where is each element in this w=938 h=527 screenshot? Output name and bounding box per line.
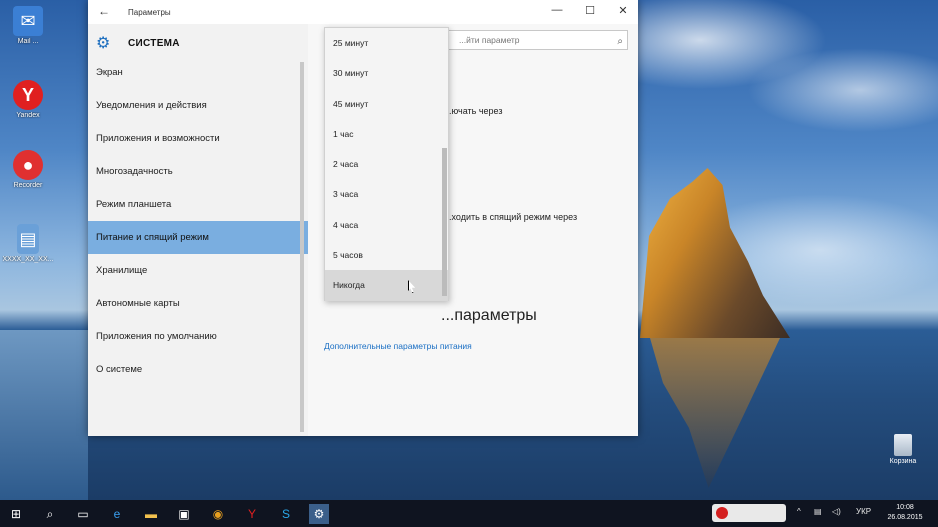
dropdown-option[interactable]: 3 часа bbox=[325, 179, 448, 209]
dropdown-option[interactable]: 4 часа bbox=[325, 210, 448, 240]
wallpaper-sea-left bbox=[0, 330, 88, 500]
sidebar-item-storage[interactable]: Хранилище bbox=[88, 254, 308, 287]
desktop-icon-label: Mail ... bbox=[17, 38, 39, 45]
taskbar-clock[interactable]: 10:08 26.08.2015 bbox=[880, 503, 930, 523]
yandex-icon[interactable]: Y bbox=[242, 504, 262, 524]
sidebar-item-notifications[interactable]: Уведомления и действия bbox=[88, 89, 308, 122]
close-button[interactable]: ✕ bbox=[612, 4, 634, 17]
desktop-icon-recorder[interactable]: ● Recorder bbox=[2, 150, 54, 189]
sidebar-header-title: СИСТЕМА bbox=[128, 37, 180, 49]
search-icon[interactable]: ⌕ bbox=[617, 33, 623, 51]
sidebar-item-power-sleep[interactable]: Питание и спящий режим bbox=[88, 221, 308, 254]
settings-gear-icon[interactable]: ⚙ bbox=[309, 504, 329, 524]
desktop-icon-yandex[interactable]: Y Yandex bbox=[2, 80, 54, 119]
sidebar-item-tablet-mode[interactable]: Режим планшета bbox=[88, 188, 308, 221]
recycle-bin-icon bbox=[894, 434, 912, 456]
dropdown-option[interactable]: 5 часов bbox=[325, 240, 448, 270]
search-placeholder: ...йти параметр bbox=[459, 35, 520, 45]
volume-icon[interactable]: ◁) bbox=[832, 507, 841, 516]
task-view-icon[interactable]: ▭ bbox=[73, 504, 93, 524]
related-settings-heading: ...параметры bbox=[441, 307, 537, 324]
title-bar: ← Параметры — ☐ ✕ bbox=[88, 0, 638, 24]
sleep-label: ...ходить в спящий режим через bbox=[444, 212, 578, 222]
edge-icon[interactable]: e bbox=[107, 504, 127, 524]
store-icon[interactable]: ▣ bbox=[174, 504, 194, 524]
desktop-icon-label: Yandex bbox=[16, 112, 40, 119]
sidebar-item-about[interactable]: О системе bbox=[88, 353, 308, 386]
taskbar: ⊞ ⌕ ▭ e ▬ ▣ ◉ Y S ⚙ ^ ▤ ◁) УКР 10:08 26.… bbox=[0, 500, 938, 527]
language-indicator[interactable]: УКР bbox=[856, 507, 871, 516]
search-icon[interactable]: ⌕ bbox=[40, 504, 60, 524]
yandex-browser-icon: Y bbox=[13, 80, 43, 110]
clock-date: 26.08.2015 bbox=[887, 514, 923, 521]
tray-chevron-icon[interactable]: ^ bbox=[797, 507, 801, 516]
wallpaper-rock-reflection bbox=[650, 338, 780, 488]
dropdown-option[interactable]: 30 минут bbox=[325, 58, 448, 88]
recorder-app-icon: ● bbox=[13, 150, 43, 180]
sidebar-nav: Экран Уведомления и действия Приложения … bbox=[88, 56, 308, 386]
recycle-bin-label: Корзина bbox=[889, 458, 917, 465]
desktop-icon-mail[interactable]: ✉ Mail ... bbox=[2, 6, 54, 45]
skype-icon[interactable]: S bbox=[276, 504, 296, 524]
maximize-button[interactable]: ☐ bbox=[579, 4, 601, 17]
sidebar-item-default-apps[interactable]: Приложения по умолчанию bbox=[88, 320, 308, 353]
clock-time: 10:08 bbox=[896, 504, 914, 511]
minimize-button[interactable]: — bbox=[546, 4, 568, 16]
recorder-toolbar[interactable] bbox=[712, 504, 786, 522]
record-icon[interactable] bbox=[716, 507, 728, 519]
screen-off-label: ...ючать через bbox=[444, 106, 503, 116]
document-file-icon: ▤ bbox=[17, 224, 39, 254]
dropdown-option-never[interactable]: Никогда bbox=[325, 270, 448, 301]
dropdown-option[interactable]: 45 минут bbox=[325, 89, 448, 119]
dropdown-option[interactable]: 2 часа bbox=[325, 149, 448, 179]
settings-sidebar: ⚙ СИСТЕМА Экран Уведомления и действия П… bbox=[88, 24, 308, 436]
sidebar-scrollbar[interactable] bbox=[300, 62, 304, 432]
back-arrow-icon[interactable]: ← bbox=[98, 4, 110, 18]
desktop-icon-label: Recorder bbox=[13, 182, 43, 189]
sidebar-item-apps-features[interactable]: Приложения и возможности bbox=[88, 122, 308, 155]
wallpaper-rock bbox=[640, 168, 790, 338]
windows-start-icon[interactable]: ⊞ bbox=[6, 504, 26, 524]
sidebar-item-offline-maps[interactable]: Автономные карты bbox=[88, 287, 308, 320]
dropdown-option[interactable]: 1 час bbox=[325, 119, 448, 149]
gear-icon: ⚙ bbox=[96, 35, 111, 52]
mail-app-icon: ✉ bbox=[13, 6, 43, 36]
chrome-icon[interactable]: ◉ bbox=[208, 504, 228, 524]
dropdown-scrollbar[interactable] bbox=[442, 148, 447, 296]
sidebar-header: ⚙ СИСТЕМА bbox=[96, 32, 180, 54]
search-input[interactable]: ...йти параметр ⌕ bbox=[428, 30, 628, 50]
recycle-bin[interactable]: Корзина bbox=[886, 434, 920, 465]
sidebar-item-screen[interactable]: Экран bbox=[88, 56, 308, 89]
additional-power-settings-link[interactable]: Дополнительные параметры питания bbox=[324, 341, 472, 351]
desktop-icon-label: XXXX_XX_XX... bbox=[2, 256, 54, 263]
window-title: Параметры bbox=[128, 8, 171, 17]
network-icon[interactable]: ▤ bbox=[814, 507, 822, 516]
dropdown-option[interactable]: 25 минут bbox=[325, 28, 448, 58]
desktop-icon-document[interactable]: ▤ XXXX_XX_XX... bbox=[2, 224, 54, 263]
timeout-dropdown-list[interactable]: 25 минут 30 минут 45 минут 1 час 2 часа … bbox=[324, 27, 449, 301]
file-explorer-icon[interactable]: ▬ bbox=[141, 504, 161, 524]
sidebar-item-multitasking[interactable]: Многозадачность bbox=[88, 155, 308, 188]
